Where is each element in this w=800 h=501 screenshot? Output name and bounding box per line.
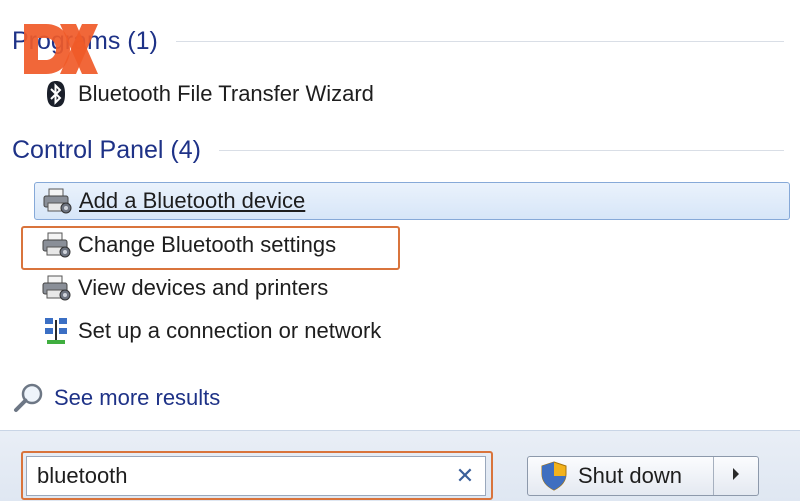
see-more-results-label: See more results (54, 385, 221, 410)
control-panel-item-label: Add a Bluetooth device (79, 188, 306, 213)
control-panel-group-header: Control Panel (4) (12, 133, 784, 167)
shield-icon (540, 461, 568, 491)
programs-divider (175, 40, 784, 42)
arrow-right-icon (731, 467, 741, 486)
network-icon (40, 316, 72, 346)
control-panel-divider (218, 149, 784, 151)
search-icon (12, 381, 46, 415)
program-item-label: Bluetooth File Transfer Wizard (78, 81, 374, 106)
bluetooth-icon (40, 79, 72, 109)
control-panel-item-label: View devices and printers (78, 275, 329, 300)
shutdown-options-button[interactable] (714, 457, 758, 495)
control-panel-item-label: Set up a connection or network (78, 318, 382, 343)
control-panel-item-add-bluetooth-device[interactable]: Add a Bluetooth device (34, 182, 790, 220)
highlight-box-search (21, 451, 493, 500)
highlight-box-change-bluetooth-settings (21, 226, 400, 270)
devices-printer-icon (41, 186, 73, 216)
control-panel-item-set-up-connection[interactable]: Set up a connection or network (34, 312, 790, 350)
shutdown-label: Shut down (578, 463, 682, 488)
devices-printer-icon (40, 273, 72, 303)
shutdown-button[interactable]: Shut down (528, 457, 714, 495)
see-more-results-link[interactable]: See more results (12, 380, 220, 416)
program-item-bluetooth-file-transfer-wizard[interactable]: Bluetooth File Transfer Wizard (34, 75, 790, 113)
control-panel-group-title: Control Panel (4) (12, 135, 201, 164)
dx-logo-icon (20, 18, 100, 80)
control-panel-item-view-devices-and-printers[interactable]: View devices and printers (34, 269, 790, 307)
shutdown-button-group: Shut down (527, 456, 759, 496)
programs-group-header: Programs (1) (12, 24, 784, 58)
